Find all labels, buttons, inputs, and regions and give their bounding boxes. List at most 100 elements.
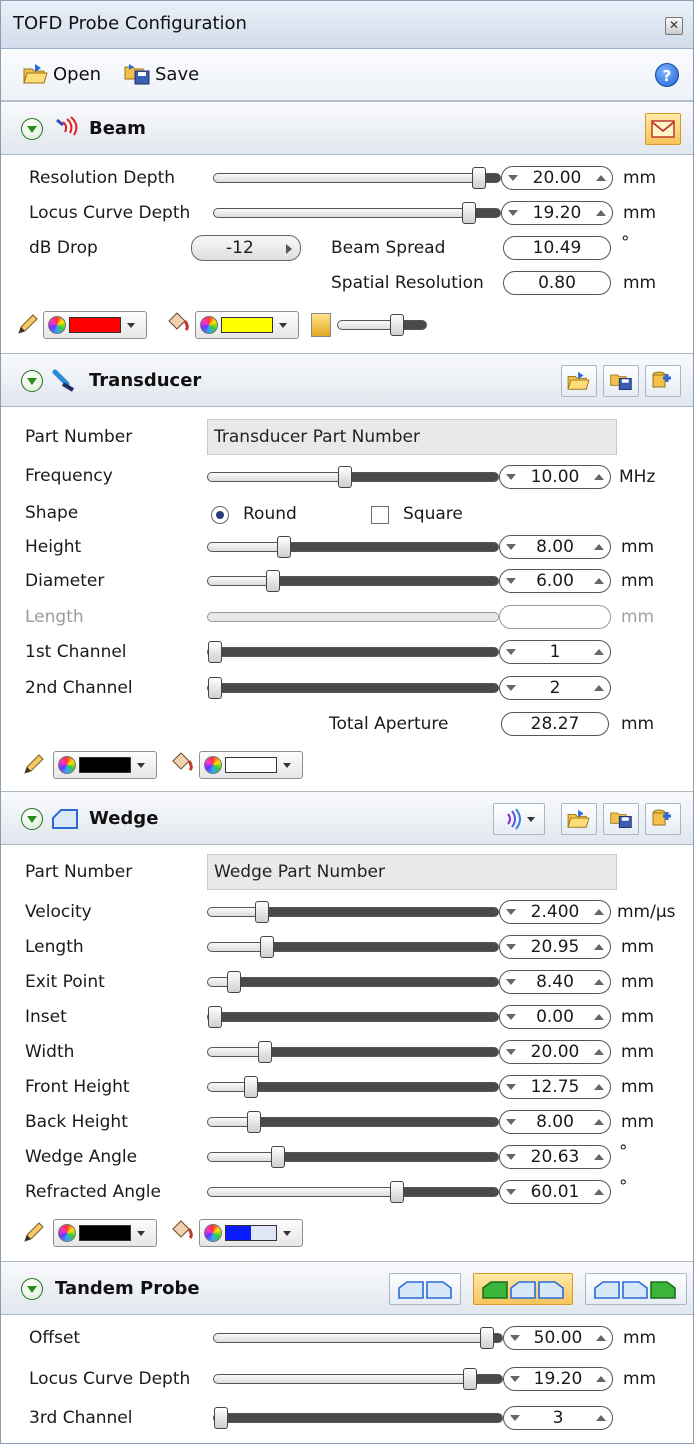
increment-icon[interactable] — [594, 1119, 604, 1125]
wedge-length-spinbox[interactable]: 20.95 — [499, 935, 611, 959]
front-height-spinbox[interactable]: 12.75 — [499, 1075, 611, 1099]
diameter-slider[interactable] — [207, 570, 499, 592]
beam-section-header[interactable]: Beam — [1, 101, 693, 155]
decrement-icon[interactable] — [506, 578, 516, 584]
decrement-icon[interactable] — [506, 685, 516, 691]
channel1-spinbox[interactable]: 1 — [499, 640, 611, 664]
decrement-icon[interactable] — [506, 1154, 516, 1160]
decrement-icon[interactable] — [506, 944, 516, 950]
increment-icon[interactable] — [596, 1376, 606, 1382]
wedge-sound-menu-button[interactable] — [493, 803, 545, 835]
increment-icon[interactable] — [594, 578, 604, 584]
increment-icon[interactable] — [594, 544, 604, 550]
frequency-spinbox[interactable]: 10.00 — [499, 465, 611, 489]
db-drop-dropdown[interactable]: -12 — [191, 235, 301, 261]
inset-slider[interactable] — [207, 1006, 499, 1028]
shape-square-checkbox[interactable] — [371, 506, 389, 524]
transducer-fill-color-picker[interactable] — [199, 751, 303, 779]
refracted-angle-spinbox[interactable]: 60.01 — [499, 1180, 611, 1204]
back-height-slider[interactable] — [207, 1111, 499, 1133]
decrement-icon[interactable] — [506, 1084, 516, 1090]
wedge-length-slider[interactable] — [207, 936, 499, 958]
increment-icon[interactable] — [594, 1189, 604, 1195]
wedge-angle-slider[interactable] — [207, 1146, 499, 1168]
refracted-angle-slider[interactable] — [207, 1181, 499, 1203]
beam-opacity-slider[interactable] — [337, 314, 427, 336]
tandem-locus-curve-depth-slider[interactable] — [213, 1368, 503, 1390]
decrement-icon[interactable] — [506, 1014, 516, 1020]
decrement-icon[interactable] — [506, 909, 516, 915]
decrement-icon[interactable] — [510, 1376, 520, 1382]
increment-icon[interactable] — [594, 1154, 604, 1160]
increment-icon[interactable] — [594, 909, 604, 915]
tandem-layout-center-button[interactable] — [473, 1273, 573, 1305]
increment-icon[interactable] — [594, 474, 604, 480]
wedge-fill-color-picker[interactable] — [199, 1219, 303, 1247]
transducer-section-header[interactable]: Transducer — [1, 353, 693, 407]
decrement-icon[interactable] — [506, 1189, 516, 1195]
channel2-spinbox[interactable]: 2 — [499, 676, 611, 700]
increment-icon[interactable] — [596, 1335, 606, 1341]
increment-icon[interactable] — [596, 210, 606, 216]
width-slider[interactable] — [207, 1041, 499, 1063]
channel1-slider[interactable] — [207, 641, 499, 663]
decrement-icon[interactable] — [506, 474, 516, 480]
tandem-locus-curve-depth-spinbox[interactable]: 19.20 — [503, 1367, 613, 1391]
increment-icon[interactable] — [594, 649, 604, 655]
save-button[interactable]: Save — [123, 63, 199, 85]
tandem-layout-right-button[interactable] — [585, 1273, 687, 1305]
wedge-open-button[interactable] — [561, 803, 597, 835]
beam-fill-color-picker[interactable] — [195, 311, 299, 339]
decrement-icon[interactable] — [508, 175, 518, 181]
wedge-library-button[interactable] — [645, 803, 681, 835]
wedge-angle-spinbox[interactable]: 20.63 — [499, 1145, 611, 1169]
tandem-collapse-icon[interactable] — [21, 1278, 43, 1300]
wedge-save-button[interactable] — [603, 803, 639, 835]
tandem-probe-section-header[interactable]: Tandem Probe — [1, 1261, 693, 1315]
resolution-depth-spinbox[interactable]: 20.00 — [501, 166, 613, 190]
increment-icon[interactable] — [594, 979, 604, 985]
channel3-spinbox[interactable]: 3 — [503, 1406, 613, 1430]
beam-line-color-picker[interactable] — [43, 311, 147, 339]
transducer-open-button[interactable] — [561, 365, 597, 397]
increment-icon[interactable] — [594, 1049, 604, 1055]
back-height-spinbox[interactable]: 8.00 — [499, 1110, 611, 1134]
beam-display-button[interactable] — [645, 113, 681, 145]
tandem-layout-left-button[interactable] — [389, 1273, 461, 1305]
shape-round-radio[interactable] — [211, 506, 229, 524]
wedge-part-number-field[interactable]: Wedge Part Number — [207, 854, 617, 890]
decrement-icon[interactable] — [510, 1415, 520, 1421]
increment-icon[interactable] — [596, 1415, 606, 1421]
decrement-icon[interactable] — [506, 649, 516, 655]
decrement-icon[interactable] — [506, 1049, 516, 1055]
transducer-part-number-field[interactable]: Transducer Part Number — [207, 419, 617, 455]
frequency-slider[interactable] — [207, 466, 499, 488]
offset-slider[interactable] — [213, 1327, 503, 1349]
channel3-slider[interactable] — [213, 1407, 503, 1429]
front-height-slider[interactable] — [207, 1076, 499, 1098]
offset-spinbox[interactable]: 50.00 — [503, 1326, 613, 1350]
decrement-icon[interactable] — [506, 979, 516, 985]
decrement-icon[interactable] — [506, 544, 516, 550]
inset-spinbox[interactable]: 0.00 — [499, 1005, 611, 1029]
increment-icon[interactable] — [594, 1084, 604, 1090]
exit-point-slider[interactable] — [207, 971, 499, 993]
increment-icon[interactable] — [594, 1014, 604, 1020]
transducer-collapse-icon[interactable] — [21, 370, 43, 392]
height-spinbox[interactable]: 8.00 — [499, 535, 611, 559]
width-spinbox[interactable]: 20.00 — [499, 1040, 611, 1064]
decrement-icon[interactable] — [510, 1335, 520, 1341]
increment-icon[interactable] — [594, 685, 604, 691]
help-button[interactable]: ? — [655, 63, 679, 87]
locus-curve-depth-slider[interactable] — [213, 202, 501, 224]
decrement-icon[interactable] — [506, 1119, 516, 1125]
locus-curve-depth-spinbox[interactable]: 19.20 — [501, 201, 613, 225]
velocity-spinbox[interactable]: 2.400 — [499, 900, 611, 924]
open-button[interactable]: Open — [23, 63, 101, 85]
increment-icon[interactable] — [596, 175, 606, 181]
wedge-line-color-picker[interactable] — [53, 1219, 157, 1247]
transducer-save-button[interactable] — [603, 365, 639, 397]
velocity-slider[interactable] — [207, 901, 499, 923]
transducer-line-color-picker[interactable] — [53, 751, 157, 779]
beam-collapse-icon[interactable] — [21, 118, 43, 140]
